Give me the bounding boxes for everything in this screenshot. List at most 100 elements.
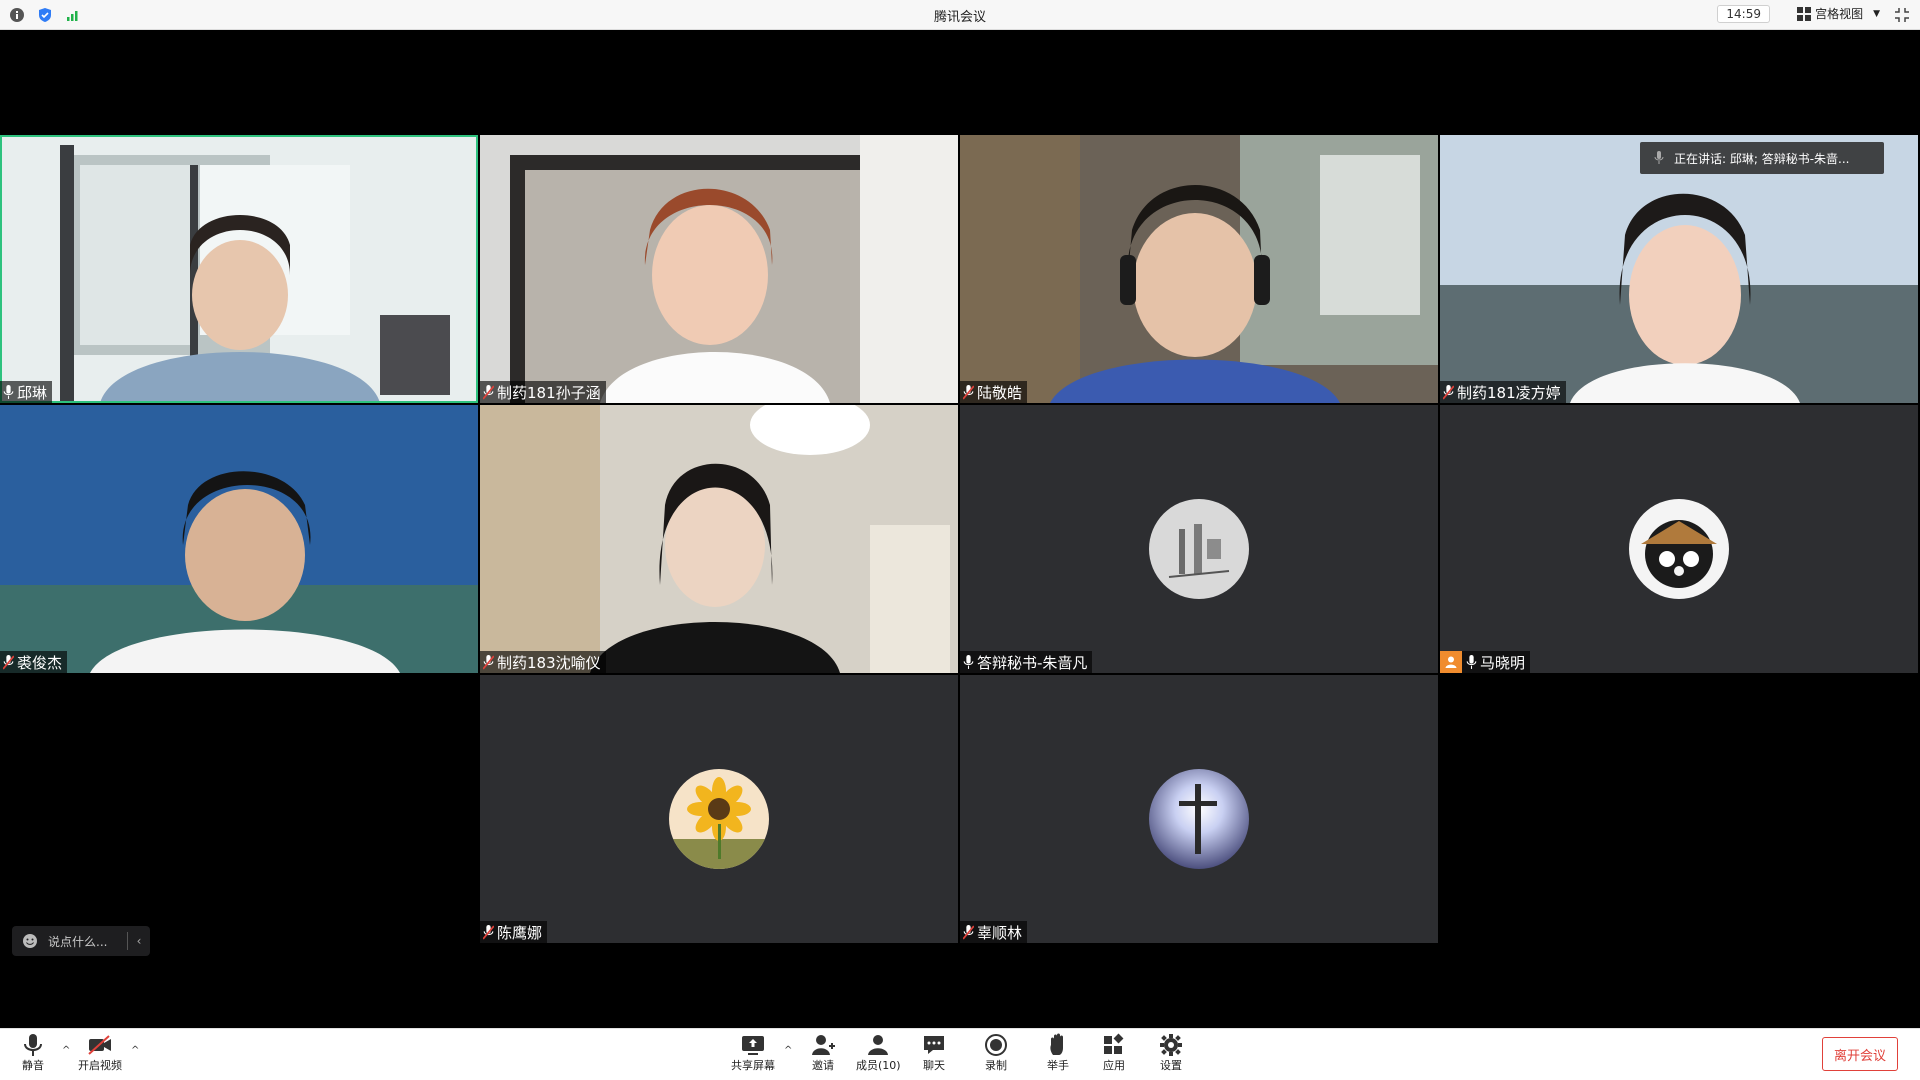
participant-name-tag: 马晓明 xyxy=(1440,651,1531,673)
chat-icon xyxy=(924,1036,944,1054)
mic-on-icon xyxy=(1654,151,1664,164)
video-tile-chenyingna[interactable]: 陈鹰娜 xyxy=(480,675,958,943)
speaking-text: 正在讲话: 邱琳; 答辩秘书-朱啬... xyxy=(1674,151,1850,166)
view-mode-dropdown[interactable]: 宫格视图 ▼ xyxy=(1797,5,1880,22)
bottom-toolbar: 静音 ^ 开启视频 ^ 共享屏幕 ^ 邀请 成员(10) 聊天 录制 举手 应用… xyxy=(0,1028,1920,1080)
equipment-avatar xyxy=(1149,499,1249,599)
mute-options-chevron-icon[interactable]: ^ xyxy=(62,1045,70,1056)
video-tile-gushunlin[interactable]: 辜顺林 xyxy=(960,675,1438,943)
video-off-icon xyxy=(88,1035,111,1055)
video-options-chevron-icon[interactable]: ^ xyxy=(131,1045,139,1056)
video-tile-zhusefan[interactable]: 答辩秘书-朱啬凡 xyxy=(960,405,1438,673)
participant-name: 制药183沈喻仪 xyxy=(497,653,601,672)
speaking-indicator: 正在讲话: 邱琳; 答辩秘书-朱啬... xyxy=(1640,142,1884,174)
members-label: 成员(10) xyxy=(856,1059,901,1072)
participant-name-tag: 裘俊杰 xyxy=(0,651,68,673)
apps-button[interactable]: 应用 xyxy=(1101,1033,1127,1073)
participant-name-tag: 辜顺林 xyxy=(960,921,1028,943)
participant-name: 马晓明 xyxy=(1480,653,1526,672)
mic-on-icon xyxy=(1466,654,1477,669)
participant-name-tag: 制药181凌方婷 xyxy=(1440,381,1566,403)
participant-name-tag: 答辩秘书-朱啬凡 xyxy=(960,651,1093,673)
share-screen-icon xyxy=(742,1036,764,1055)
participant-name: 制药181凌方婷 xyxy=(1457,383,1561,402)
participant-name: 陈鹰娜 xyxy=(497,923,543,942)
view-mode-label: 宫格视图 xyxy=(1815,7,1864,21)
window-title: 腾讯会议 xyxy=(933,10,986,25)
video-feed xyxy=(960,135,1438,403)
mic-on-icon xyxy=(963,654,974,669)
microphone-icon xyxy=(24,1034,42,1056)
record-button[interactable]: 录制 xyxy=(983,1033,1009,1073)
grid-view-icon xyxy=(1797,6,1812,21)
video-tile-qiujunjie[interactable]: 裘俊杰 xyxy=(0,405,478,673)
participant-name: 裘俊杰 xyxy=(17,653,63,672)
video-label: 开启视频 xyxy=(78,1059,122,1072)
invite-icon xyxy=(812,1035,835,1055)
participant-name-tag: 制药183沈喻仪 xyxy=(480,651,606,673)
exit-fullscreen-icon[interactable] xyxy=(1894,7,1910,23)
mic-muted-icon xyxy=(483,654,494,669)
panda-avatar xyxy=(1629,499,1729,599)
record-label: 录制 xyxy=(985,1059,1007,1072)
invite-label: 邀请 xyxy=(812,1059,834,1072)
share-label: 共享屏幕 xyxy=(731,1059,775,1072)
participant-name-tag: 邱琳 xyxy=(0,381,53,403)
mic-muted-icon xyxy=(483,384,494,399)
raise-hand-label: 举手 xyxy=(1047,1059,1069,1072)
participant-name-tag: 制药181孙子涵 xyxy=(480,381,606,403)
chevron-down-icon: ▼ xyxy=(1873,8,1880,19)
members-button[interactable]: 成员(10) xyxy=(856,1033,901,1073)
emoji-icon[interactable] xyxy=(22,933,38,949)
leave-meeting-button[interactable]: 离开会议 xyxy=(1822,1037,1898,1071)
invite-button[interactable]: 邀请 xyxy=(810,1033,836,1073)
gear-icon xyxy=(1160,1034,1182,1056)
apps-icon xyxy=(1104,1033,1124,1054)
user-icon xyxy=(1440,651,1462,673)
video-grid: 邱琳 制药181孙子涵 陆敬皓 制药181凌方婷 裘俊杰 制药183沈喻仪 答辩… xyxy=(0,30,1920,1028)
chat-input[interactable]: 说点什么... xyxy=(48,933,107,950)
meeting-clock: 14:59 xyxy=(1717,5,1770,23)
collapse-chevron-icon[interactable]: ‹ xyxy=(128,934,150,948)
members-icon xyxy=(868,1035,889,1055)
video-tile-shenyuyi[interactable]: 制药183沈喻仪 xyxy=(480,405,958,673)
share-screen-button[interactable]: 共享屏幕 xyxy=(731,1033,775,1073)
mute-label: 静音 xyxy=(22,1059,44,1072)
title-bar: 腾讯会议 14:59 宫格视图 ▼ xyxy=(0,0,1920,30)
video-feed xyxy=(0,135,478,403)
video-feed xyxy=(0,405,478,673)
settings-button[interactable]: 设置 xyxy=(1158,1033,1184,1073)
record-icon xyxy=(985,1034,1007,1056)
participant-name: 答辩秘书-朱啬凡 xyxy=(977,653,1088,672)
share-options-chevron-icon[interactable]: ^ xyxy=(784,1045,792,1056)
video-tile-qiulin[interactable]: 邱琳 xyxy=(0,135,478,403)
participant-name-tag: 陆敬皓 xyxy=(960,381,1028,403)
mic-muted-icon xyxy=(3,654,14,669)
video-tile-lingfangting[interactable]: 制药181凌方婷 xyxy=(1440,135,1918,403)
participant-name: 辜顺林 xyxy=(977,923,1023,942)
video-tile-lujinghao[interactable]: 陆敬皓 xyxy=(960,135,1438,403)
start-video-button[interactable]: 开启视频 xyxy=(78,1033,122,1073)
mute-button[interactable]: 静音 xyxy=(20,1033,46,1073)
video-feed xyxy=(1440,135,1918,403)
raise-hand-button[interactable]: 举手 xyxy=(1045,1033,1071,1073)
quick-chat-box[interactable]: 说点什么... ‹ xyxy=(12,926,150,956)
mic-on-icon xyxy=(3,384,14,399)
video-tile-sunzihan[interactable]: 制药181孙子涵 xyxy=(480,135,958,403)
video-feed xyxy=(480,405,958,673)
video-feed xyxy=(480,135,958,403)
settings-label: 设置 xyxy=(1160,1059,1182,1072)
video-tile-maxiaoming[interactable]: 马晓明 xyxy=(1440,405,1918,673)
chat-label: 聊天 xyxy=(923,1059,945,1072)
participant-name: 邱琳 xyxy=(17,383,48,402)
raise-hand-icon xyxy=(1050,1033,1063,1055)
mic-muted-icon xyxy=(963,384,974,399)
mic-muted-icon xyxy=(483,924,494,939)
mic-muted-icon xyxy=(1443,384,1454,399)
chat-button[interactable]: 聊天 xyxy=(921,1033,947,1073)
participant-name: 制药181孙子涵 xyxy=(497,383,601,402)
mic-muted-icon xyxy=(963,924,974,939)
sunflower-avatar xyxy=(669,769,769,869)
cross-avatar xyxy=(1149,769,1249,869)
participant-name: 陆敬皓 xyxy=(977,383,1023,402)
